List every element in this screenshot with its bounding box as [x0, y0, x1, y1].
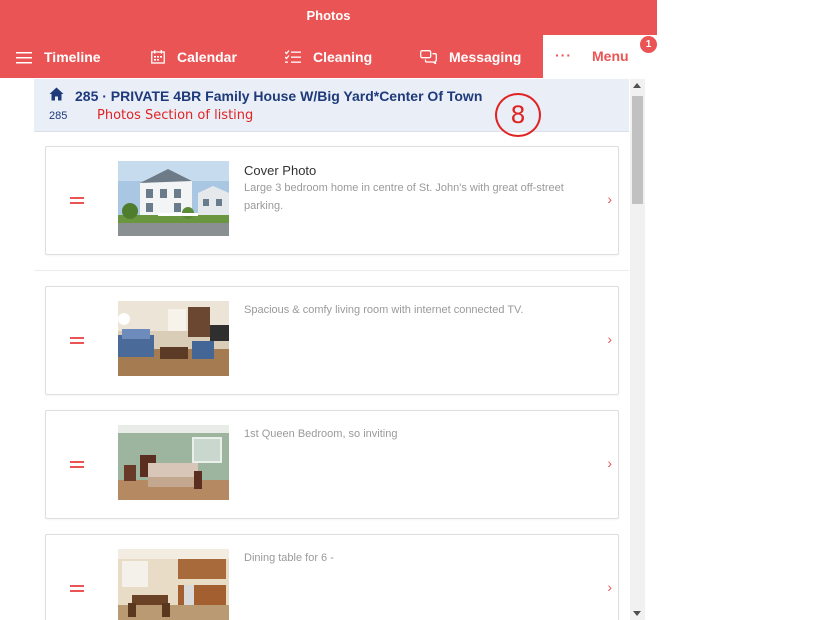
photo-description: Spacious & comfy living room with intern… [244, 304, 524, 316]
more-dots-icon[interactable]: ··· [555, 47, 572, 63]
photo-card[interactable]: Spacious & comfy living room with intern… [45, 286, 619, 395]
photo-thumbnail-dining-kitchen [118, 549, 229, 620]
photo-card[interactable]: Dining table for 6 - › [45, 534, 619, 620]
checklist-icon [285, 50, 301, 63]
nav-calendar-label: Calendar [177, 49, 237, 65]
divider [34, 270, 629, 271]
scroll-up-arrow-icon[interactable] [633, 83, 641, 88]
photo-card[interactable]: Cover Photo Large 3 bedroom home in cent… [45, 146, 619, 255]
drag-handle-icon[interactable] [70, 197, 84, 207]
menu-label[interactable]: Menu [592, 48, 629, 64]
chat-icon [420, 50, 437, 64]
nav-timeline[interactable]: Timeline [16, 36, 101, 78]
app-window: Photos Timeline Calendar Cleaning Messag… [0, 0, 657, 620]
annotation-number: 8 [495, 93, 541, 137]
nav-timeline-label: Timeline [44, 49, 101, 65]
photo-card[interactable]: 1st Queen Bedroom, so inviting › [45, 410, 619, 519]
photo-thumbnail-house-exterior [118, 161, 229, 236]
chevron-right-icon[interactable]: › [607, 191, 612, 207]
nav-messaging[interactable]: Messaging [420, 36, 521, 78]
photo-description: Dining table for 6 - [244, 552, 334, 564]
drag-handle-icon[interactable] [70, 337, 84, 347]
vertical-scrollbar[interactable] [630, 79, 645, 620]
photo-title: Cover Photo [244, 163, 317, 178]
chevron-right-icon[interactable]: › [607, 579, 612, 595]
photo-description: Large 3 bedroom home in centre of St. Jo… [244, 182, 564, 212]
photo-thumbnail-living-room [118, 301, 229, 376]
listing-title: 285 · PRIVATE 4BR Family House W/Big Yar… [75, 88, 483, 104]
chevron-right-icon[interactable]: › [607, 455, 612, 471]
home-icon [49, 87, 64, 101]
notification-badge: 1 [640, 36, 657, 53]
nav-cleaning-label: Cleaning [313, 49, 373, 65]
drag-handle-icon[interactable] [70, 461, 84, 471]
listing-header: 285 · PRIVATE 4BR Family House W/Big Yar… [34, 79, 629, 137]
scroll-thumb[interactable] [632, 96, 643, 204]
listing-id: 285 [49, 110, 68, 122]
calendar-icon [151, 50, 165, 64]
page-title: Photos [306, 8, 351, 23]
nav-calendar[interactable]: Calendar [151, 36, 237, 78]
photo-description: 1st Queen Bedroom, so inviting [244, 428, 398, 440]
chevron-right-icon[interactable]: › [607, 331, 612, 347]
drag-handle-icon[interactable] [70, 585, 84, 595]
scroll-down-arrow-icon[interactable] [633, 611, 641, 616]
list-icon [16, 51, 32, 63]
photo-thumbnail-bedroom [118, 425, 229, 500]
annotation-label: Photos Section of listing [97, 108, 254, 123]
nav-cleaning[interactable]: Cleaning [285, 36, 372, 78]
nav-messaging-label: Messaging [449, 49, 522, 65]
